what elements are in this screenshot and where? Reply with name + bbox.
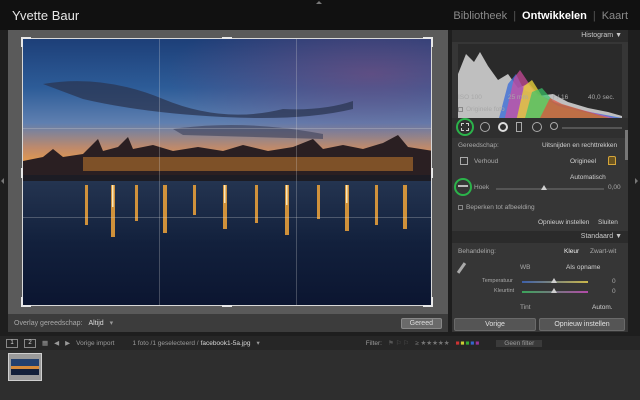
crop-handle-bottom[interactable] xyxy=(222,305,232,307)
crop-handle-bottom-right[interactable] xyxy=(431,297,433,307)
auto-straighten-button[interactable]: Automatisch xyxy=(570,174,606,181)
color-label-filter-icons[interactable]: ■■■■■ xyxy=(456,340,481,347)
module-separator: | xyxy=(513,10,517,22)
lock-icon[interactable] xyxy=(608,156,616,165)
crop-handle-bottom-left[interactable] xyxy=(21,297,23,307)
histogram-focal: 25 mm xyxy=(508,94,528,101)
red-eye-tool-icon[interactable] xyxy=(498,122,508,132)
histogram-title: Histogram xyxy=(581,32,614,39)
crop-handle-left[interactable] xyxy=(21,168,23,178)
identity-plate: Yvette Baur xyxy=(12,8,80,23)
filter-select[interactable]: Geen filter xyxy=(496,339,543,347)
crop-handle-right[interactable] xyxy=(431,168,433,178)
photo-night-city-river xyxy=(23,39,431,305)
tone-auto-button[interactable]: Autom. xyxy=(592,304,613,311)
original-photo-label: Originele foto xyxy=(466,106,505,113)
angle-slider-knob[interactable] xyxy=(541,185,547,190)
angle-value[interactable]: 0,00 xyxy=(608,184,621,191)
tint-value[interactable]: 0 xyxy=(612,288,616,295)
histogram-shutter: 40,0 sec. xyxy=(588,94,615,101)
filename[interactable]: facebook1-5a.jpg xyxy=(201,340,251,347)
temperature-slider-knob[interactable] xyxy=(551,278,557,283)
tint-slider-knob[interactable] xyxy=(551,288,557,293)
module-library[interactable]: Bibliotheek xyxy=(453,10,507,22)
radial-filter-tool-icon[interactable] xyxy=(532,122,542,132)
left-panel-toggle-icon[interactable] xyxy=(1,178,4,184)
crop-overlay-tool-icon[interactable] xyxy=(461,123,469,131)
collapse-triangle-icon: ▼ xyxy=(615,233,622,240)
crop-reset-button[interactable]: Opnieuw instellen xyxy=(538,219,589,226)
previous-button[interactable]: Vorige xyxy=(454,318,536,331)
crop-handle-top-right[interactable] xyxy=(431,37,433,47)
angle-label: Hoek xyxy=(474,184,490,191)
straighten-tool-highlight xyxy=(454,178,472,196)
module-develop[interactable]: Ontwikkelen xyxy=(522,10,587,22)
panel-scrollbar[interactable] xyxy=(625,130,628,160)
crop-handle-top-left[interactable] xyxy=(21,37,23,47)
basic-panel-title: Standaard xyxy=(580,233,614,240)
tool-value: Uitsnijden en rechttrekken xyxy=(542,142,618,149)
top-panel-toggle-icon[interactable] xyxy=(316,1,322,4)
aspect-ratio-label: Verhoud xyxy=(474,158,499,165)
module-map[interactable]: Kaart xyxy=(602,10,628,22)
photo-with-crop-overlay[interactable] xyxy=(22,38,432,306)
eyedropper-icon[interactable] xyxy=(456,262,467,274)
overlay-select[interactable]: Altijd xyxy=(88,320,103,327)
rating-filter-stars-icon[interactable]: ≥ ★★★★★ xyxy=(415,339,450,347)
temperature-value[interactable]: 0 xyxy=(612,278,616,285)
flag-filter-icons[interactable]: ⚑ ⚐ ⚐ xyxy=(388,339,409,347)
aspect-ratio-select[interactable]: Origineel xyxy=(570,158,596,165)
filter-label: Filter: xyxy=(365,339,382,347)
histogram-iso: ISO 100 xyxy=(458,94,482,101)
second-window-button[interactable]: 2 xyxy=(24,338,36,348)
chevron-down-icon[interactable]: ▾ xyxy=(110,319,114,327)
graduated-filter-tool-icon[interactable] xyxy=(516,122,522,132)
treatment-bw-option[interactable]: Zwart-wit xyxy=(590,248,616,255)
tool-label: Gereedschap: xyxy=(458,142,499,149)
filmstrip-toolbar: 1 2 ▦ ◀ ▶ Vorige import 1 foto /1 gesele… xyxy=(0,336,640,350)
histogram-header[interactable]: Histogram ▼ xyxy=(452,30,628,42)
back-arrow-icon[interactable]: ◀ xyxy=(54,339,59,347)
spot-removal-tool-icon[interactable] xyxy=(480,122,490,132)
tint-label: Kleurtint xyxy=(494,288,515,294)
treatment-label: Behandeling: xyxy=(458,248,496,255)
filmstrip xyxy=(0,350,640,400)
grid-view-icon[interactable]: ▦ xyxy=(42,339,48,347)
crop-close-button[interactable]: Sluiten xyxy=(598,219,618,226)
crop-handle-top[interactable] xyxy=(222,37,232,39)
wb-select[interactable]: Als opname xyxy=(566,264,600,271)
thumbnail-image xyxy=(11,359,39,375)
image-toolbar: Overlay gereedschap: Altijd ▾ Gereed xyxy=(8,314,448,332)
selection-info: 1 foto /1 geselecteerd / xyxy=(132,339,199,347)
right-panel: Histogram ▼ ISO 100 25 mm ƒ / 16 40,0 se… xyxy=(452,30,628,332)
module-separator: | xyxy=(592,10,596,22)
aspect-ratio-icon xyxy=(460,157,468,165)
previous-import-link[interactable]: Vorige import xyxy=(76,340,114,347)
filmstrip-thumbnail[interactable] xyxy=(8,353,42,381)
treatment-color-option[interactable]: Kleur xyxy=(564,248,579,255)
right-panel-toggle-icon[interactable] xyxy=(635,178,638,184)
temperature-label: Temperatuur xyxy=(482,278,513,284)
histogram-aperture: ƒ / 16 xyxy=(552,94,569,101)
overlay-label: Overlay gereedschap: xyxy=(14,319,83,327)
module-picker: Bibliotheek | Ontwikkelen | Kaart xyxy=(453,10,628,22)
main-window-button[interactable]: 1 xyxy=(6,338,18,348)
constrain-checkbox[interactable] xyxy=(458,205,463,210)
brush-size-slider[interactable] xyxy=(562,127,622,129)
forward-arrow-icon[interactable]: ▶ xyxy=(65,339,70,347)
chevron-down-icon[interactable]: ▾ xyxy=(256,339,259,347)
original-photo-checkbox[interactable] xyxy=(458,107,463,112)
brush-tool-icon[interactable] xyxy=(550,122,558,130)
straighten-tool-icon[interactable] xyxy=(458,185,468,187)
wb-label: WB xyxy=(520,264,531,271)
tone-label: Tint xyxy=(520,304,531,311)
constrain-label: Beperken tot afbeelding xyxy=(466,204,535,211)
angle-slider[interactable] xyxy=(496,188,604,190)
collapse-triangle-icon: ▼ xyxy=(615,32,622,39)
basic-panel-header[interactable]: Standaard ▼ xyxy=(452,231,628,243)
reset-button[interactable]: Opnieuw instellen xyxy=(539,318,625,331)
done-button[interactable]: Gereed xyxy=(400,317,442,329)
